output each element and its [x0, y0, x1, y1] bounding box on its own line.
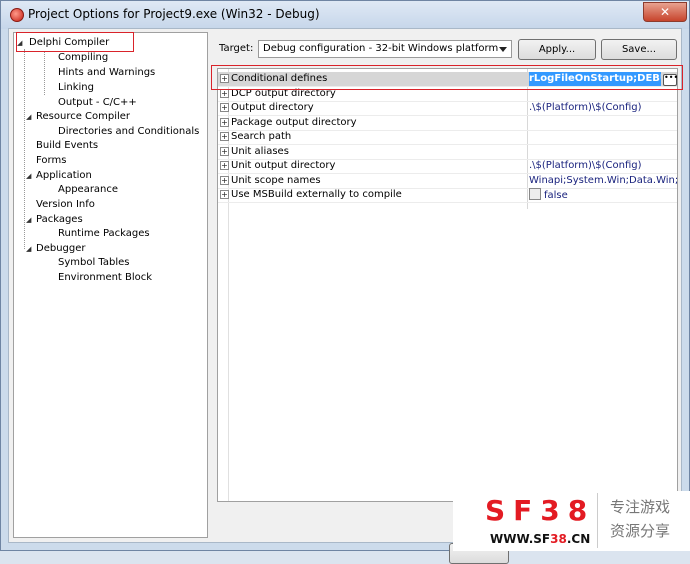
watermark-url-number: 38: [550, 532, 567, 546]
window-title: Project Options for Project9.exe (Win32 …: [28, 7, 320, 21]
dropdown-arrow-icon[interactable]: [499, 47, 507, 52]
property-name: Package output directory: [231, 117, 357, 128]
tree-item-runtime-packages[interactable]: Runtime Packages: [58, 227, 150, 241]
tree-item-label: Environment Block: [58, 272, 153, 283]
tree-item-output-cpp[interactable]: Output - C/C++: [58, 96, 137, 110]
target-label: Target:: [219, 43, 254, 54]
property-value[interactable]: .\$(Platform)\$(Config): [529, 101, 677, 115]
property-value[interactable]: Winapi;System.Win;Data.Win;Da: [529, 174, 677, 188]
property-name: Unit output directory: [231, 160, 336, 171]
watermark-brand: SF38: [485, 494, 596, 527]
property-name: Output directory: [231, 102, 314, 113]
expand-icon[interactable]: +: [220, 190, 229, 199]
tree-item-label: Hints and Warnings: [58, 67, 156, 78]
tree-item-label: Linking: [58, 82, 94, 93]
target-value: Debug configuration - 32-bit Windows pla…: [263, 43, 499, 54]
options-tree[interactable]: ◢ Delphi Compiler Compiling Hints and War…: [13, 32, 208, 538]
tree-item-forms[interactable]: Forms: [36, 154, 66, 168]
expand-icon[interactable]: +: [220, 103, 229, 112]
grid-row-use-msbuild[interactable]: + Use MSBuild externally to compile fals…: [218, 188, 677, 203]
close-button[interactable]: ✕: [643, 2, 687, 22]
tree-item-label: Resource Compiler: [36, 111, 131, 122]
property-value[interactable]: .\$(Platform)\$(Config): [529, 159, 677, 173]
tree-connector: [24, 49, 25, 249]
title-bar[interactable]: Project Options for Project9.exe (Win32 …: [1, 1, 689, 29]
expand-icon[interactable]: +: [220, 161, 229, 170]
tree-item-appearance[interactable]: Appearance: [58, 183, 118, 197]
property-value[interactable]: false: [529, 188, 677, 203]
watermark-url-suffix: .CN: [566, 532, 591, 546]
watermark-url: WWW.SF38.CN: [490, 532, 590, 546]
tree-connector: [44, 51, 45, 95]
msbuild-checkbox[interactable]: [529, 188, 541, 200]
property-grid[interactable]: + Conditional defines rLogFileOnStartup;…: [217, 68, 678, 502]
property-name: Unit aliases: [231, 146, 289, 157]
collapse-arrow-icon[interactable]: ◢: [26, 213, 34, 227]
tree-item-packages[interactable]: ◢ Packages: [26, 213, 83, 227]
tree-item-label: Runtime Packages: [58, 228, 150, 239]
tree-item-label: Build Events: [36, 140, 99, 151]
tree-item-linking[interactable]: Linking: [58, 81, 94, 95]
expand-icon[interactable]: +: [220, 132, 229, 141]
grid-row-output-directory[interactable]: + Output directory .\$(Platform)\$(Confi…: [218, 101, 677, 116]
tree-item-label: Appearance: [58, 184, 119, 195]
tree-item-label: Directories and Conditionals: [58, 126, 200, 137]
collapse-arrow-icon[interactable]: ◢: [26, 242, 34, 256]
target-dropdown[interactable]: Debug configuration - 32-bit Windows pla…: [258, 40, 512, 58]
delphi-app-icon: [10, 8, 24, 22]
expand-icon[interactable]: +: [220, 89, 229, 98]
property-name: Unit scope names: [231, 175, 321, 186]
apply-button[interactable]: Apply...: [518, 39, 596, 60]
expand-icon[interactable]: +: [220, 147, 229, 156]
grid-row-unit-scope-names[interactable]: + Unit scope names Winapi;System.Win;Dat…: [218, 174, 677, 189]
tree-item-build-events[interactable]: Build Events: [36, 139, 98, 153]
tree-item-debugger[interactable]: ◢ Debugger: [26, 242, 86, 256]
tree-item-label: Application: [36, 170, 92, 181]
tree-item-version-info[interactable]: Version Info: [36, 198, 95, 212]
property-name: Use MSBuild externally to compile: [231, 189, 402, 200]
watermark-slogan-2: 资源分享: [610, 522, 671, 540]
watermark-divider: [597, 493, 598, 548]
grid-row-package-output[interactable]: + Package output directory: [218, 116, 677, 131]
tree-item-label: Debugger: [36, 243, 86, 254]
tree-item-environment-block[interactable]: Environment Block: [58, 271, 152, 285]
watermark-url-prefix: WWW.SF: [490, 532, 551, 546]
checkbox-label: false: [544, 190, 568, 201]
tree-item-symbol-tables[interactable]: Symbol Tables: [58, 256, 130, 270]
tree-item-label: Symbol Tables: [58, 257, 130, 268]
tree-item-compiling[interactable]: Compiling: [58, 51, 108, 65]
grid-row-search-path[interactable]: + Search path: [218, 130, 677, 145]
tree-item-label: Compiling: [58, 52, 109, 63]
tree-item-hints-warnings[interactable]: Hints and Warnings: [58, 66, 155, 80]
tree-item-resource-compiler[interactable]: ◢ Resource Compiler: [26, 110, 130, 124]
tree-item-label: Packages: [36, 214, 83, 225]
collapse-arrow-icon[interactable]: ◢: [26, 110, 34, 124]
watermark-slogan-1: 专注游戏: [610, 498, 671, 516]
grid-row-unit-aliases[interactable]: + Unit aliases: [218, 145, 677, 160]
highlight-box-tree: [16, 32, 134, 52]
dialog-client-area: ◢ Delphi Compiler Compiling Hints and War…: [8, 28, 682, 564]
tree-item-label: Output - C/C++: [58, 97, 137, 108]
tree-item-application[interactable]: ◢ Application: [26, 169, 92, 183]
collapse-arrow-icon[interactable]: ◢: [26, 169, 34, 183]
tree-item-directories-conditionals[interactable]: Directories and Conditionals: [58, 125, 199, 139]
tree-item-label: Forms: [36, 155, 67, 166]
tree-item-label: Version Info: [36, 199, 95, 210]
grid-row-unit-output[interactable]: + Unit output directory .\$(Platform)\$(…: [218, 159, 677, 174]
expand-icon[interactable]: +: [220, 118, 229, 127]
save-button[interactable]: Save...: [601, 39, 677, 60]
expand-icon[interactable]: +: [220, 176, 229, 185]
property-name: Search path: [231, 131, 292, 142]
highlight-box-grid-row: [211, 65, 683, 90]
